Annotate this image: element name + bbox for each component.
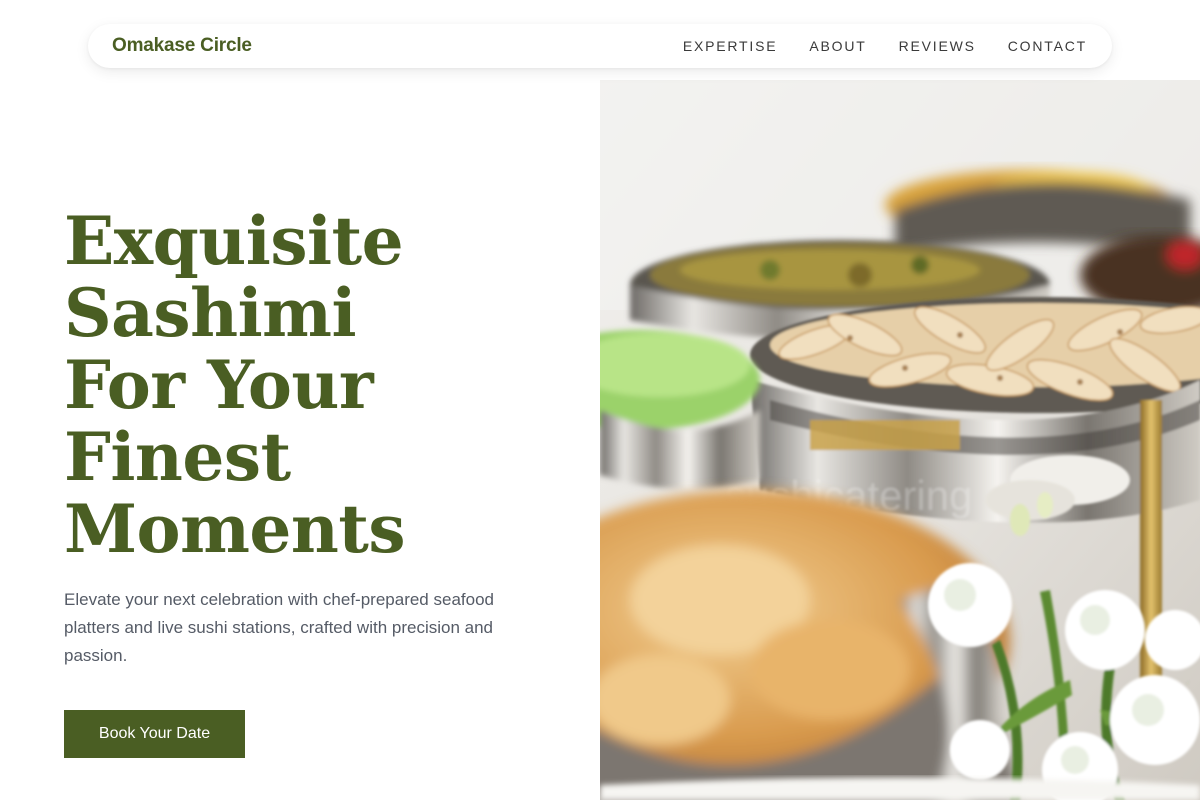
nav-link-contact[interactable]: CONTACT [1008,38,1087,54]
nav-links: EXPERTISE ABOUT REVIEWS CONTACT [683,38,1087,54]
hero-food-image: sushicatering [600,80,1200,800]
nav-link-expertise[interactable]: EXPERTISE [683,38,778,54]
hero-title-line: Finest [64,418,291,496]
hero-title-line: Moments [64,490,406,568]
brand-logo[interactable]: Omakase Circle [112,35,252,57]
hero-title-line: For Your [64,346,374,424]
top-navbar: Omakase Circle EXPERTISE ABOUT REVIEWS C… [88,24,1112,68]
book-date-button[interactable]: Book Your Date [64,710,245,758]
hero-title-line: Sashimi [64,274,357,352]
hero-title-line: Exquisite [64,202,404,280]
hero-description: Elevate your next celebration with chef-… [64,590,494,665]
nav-link-reviews[interactable]: REVIEWS [899,38,976,54]
nav-link-about[interactable]: ABOUT [809,38,866,54]
hero-title: Exquisite Sashimi For Your Finest Moment… [64,205,564,565]
